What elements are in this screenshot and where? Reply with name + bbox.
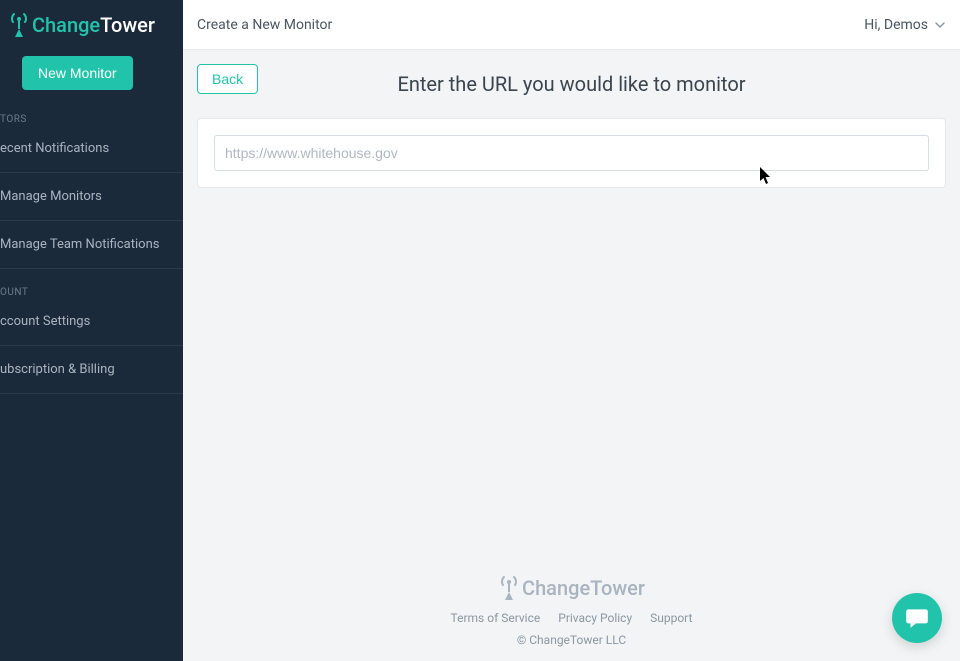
new-monitor-button[interactable]: New Monitor <box>22 56 133 90</box>
page-heading: Enter the URL you would like to monitor <box>397 72 745 96</box>
footer-link-privacy[interactable]: Privacy Policy <box>558 611 632 625</box>
footer-logo: ChangeTower <box>183 575 960 601</box>
nav-divider <box>0 172 183 173</box>
main: Create a New Monitor Hi, Demos Back Ente… <box>183 0 960 661</box>
tower-icon <box>8 12 30 38</box>
footer-link-support[interactable]: Support <box>650 611 692 625</box>
sidebar-item-account-settings[interactable]: ccount Settings <box>0 304 183 339</box>
brand-text: ChangeTower <box>32 13 155 37</box>
nav-section-monitors: TORS <box>0 102 183 131</box>
back-button[interactable]: Back <box>197 64 258 94</box>
sidebar-item-manage-team-notifications[interactable]: Manage Team Notifications <box>0 227 183 262</box>
sidebar-item-subscription-billing[interactable]: ubscription & Billing <box>0 352 183 387</box>
chat-widget-button[interactable] <box>892 593 942 643</box>
brand-logo[interactable]: ChangeTower <box>0 0 183 48</box>
page-title: Create a New Monitor <box>197 17 332 33</box>
footer-brand-text: ChangeTower <box>522 576 645 600</box>
user-menu[interactable]: Hi, Demos <box>864 17 946 33</box>
footer: ChangeTower Terms of Service Privacy Pol… <box>183 575 960 647</box>
nav-divider <box>0 220 183 221</box>
sidebar: ChangeTower New Monitor TORS ecent Notif… <box>0 0 183 661</box>
url-card <box>197 118 946 188</box>
topbar: Create a New Monitor Hi, Demos <box>183 0 960 50</box>
chevron-down-icon <box>934 19 946 31</box>
nav-section-account: OUNT <box>0 275 183 304</box>
footer-link-terms[interactable]: Terms of Service <box>451 611 541 625</box>
url-input[interactable] <box>214 135 929 171</box>
sidebar-item-manage-monitors[interactable]: Manage Monitors <box>0 179 183 214</box>
user-greeting: Hi, Demos <box>864 17 928 33</box>
chat-icon <box>904 605 930 631</box>
tower-icon <box>498 575 520 601</box>
content: Back Enter the URL you would like to mon… <box>183 50 960 661</box>
footer-copyright: © ChangeTower LLC <box>183 633 960 647</box>
nav-divider <box>0 268 183 269</box>
sidebar-item-recent-notifications[interactable]: ecent Notifications <box>0 131 183 166</box>
nav-divider <box>0 393 183 394</box>
nav-divider <box>0 345 183 346</box>
